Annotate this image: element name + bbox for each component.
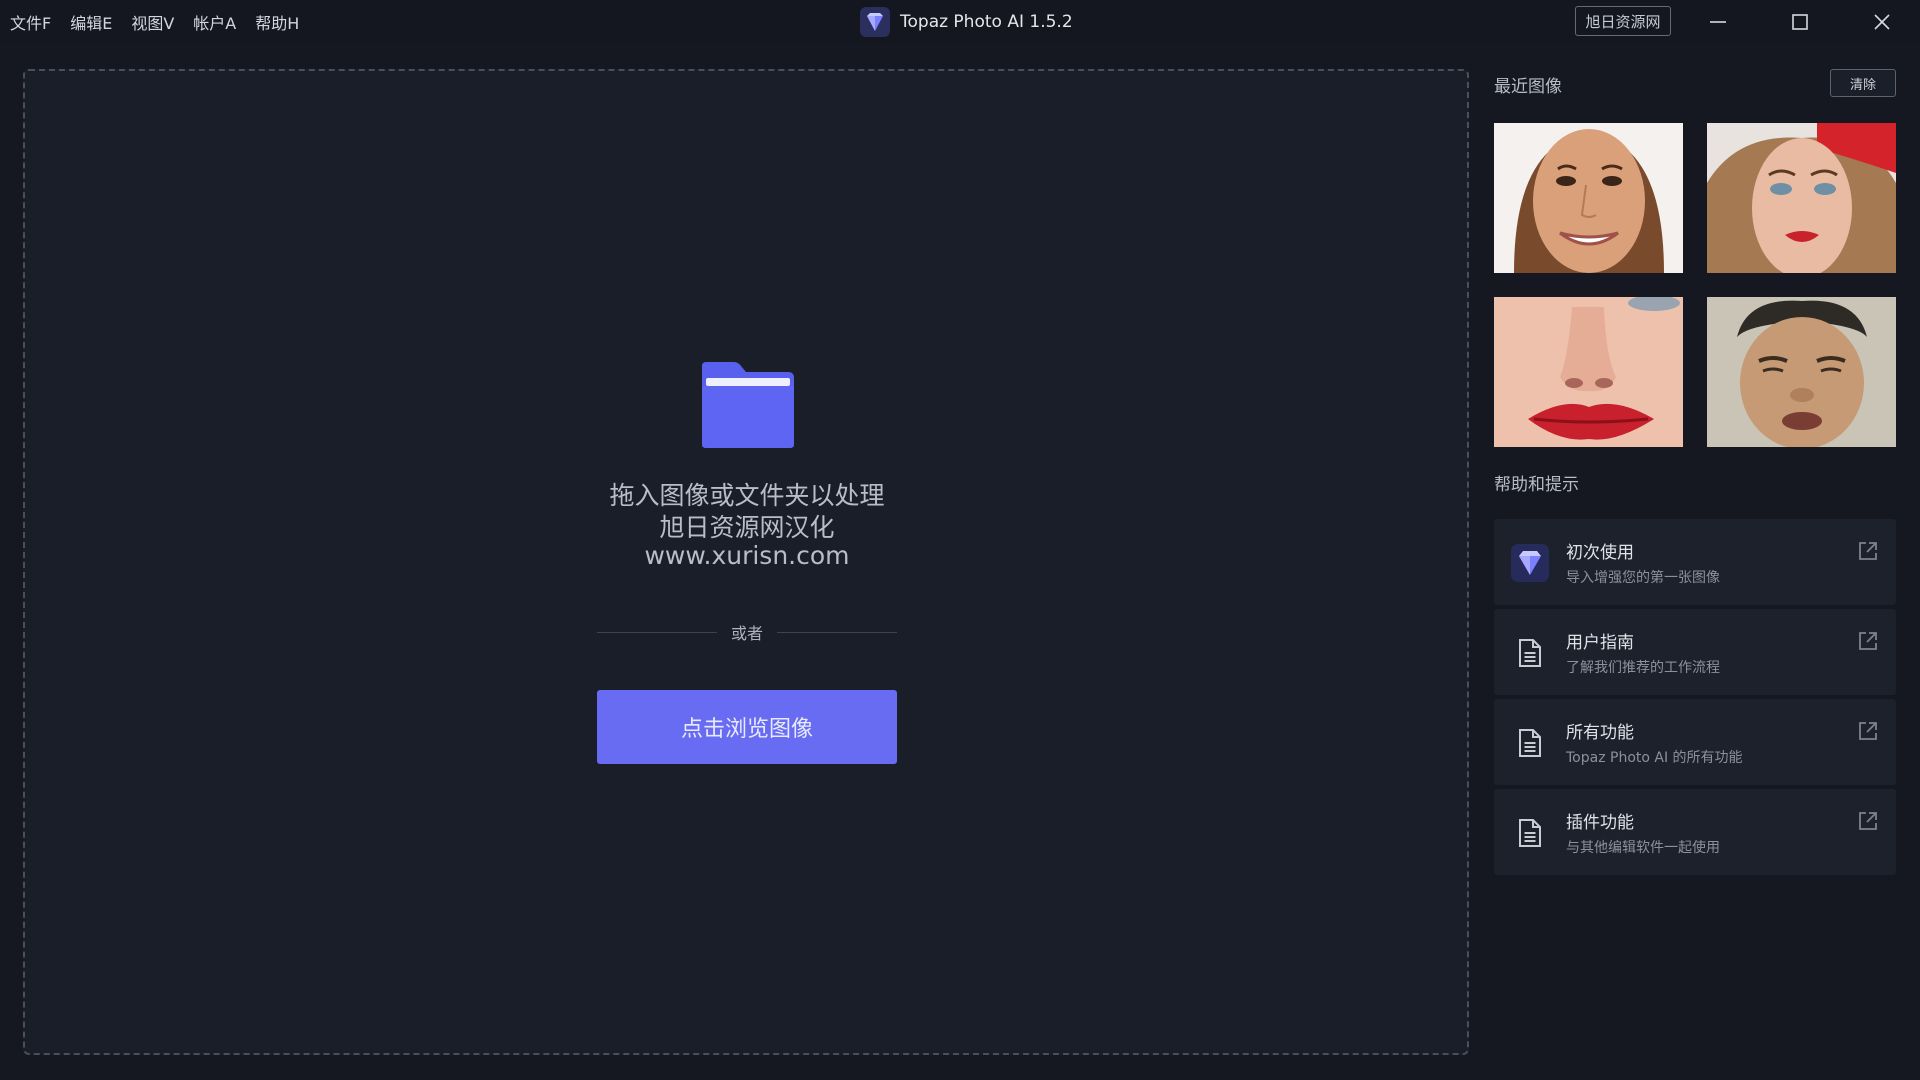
close-button[interactable] — [1852, 0, 1912, 44]
topaz-logo-icon — [860, 7, 890, 37]
help-card-user-guide[interactable]: 用户指南 了解我们推荐的工作流程 — [1494, 609, 1896, 695]
document-icon — [1510, 723, 1550, 763]
title-bar: 文件F 编辑E 视图V 帐户A 帮助H Topaz Photo AI 1.5.2… — [0, 0, 1920, 44]
minimize-button[interactable] — [1688, 0, 1748, 44]
external-link-icon — [1859, 632, 1877, 650]
help-card-subtitle: Topaz Photo AI 的所有功能 — [1566, 750, 1743, 766]
folder-icon — [702, 362, 794, 448]
menu-view[interactable]: 视图V — [131, 10, 174, 34]
menu-account[interactable]: 帐户A — [193, 10, 236, 34]
or-label: 或者 — [731, 624, 764, 643]
external-link-icon — [1859, 812, 1877, 830]
menu-edit[interactable]: 编辑E — [70, 10, 112, 34]
maximize-button[interactable] — [1770, 0, 1830, 44]
recent-image-thumbnail[interactable] — [1494, 297, 1683, 447]
help-card-title: 用户指南 — [1566, 633, 1634, 653]
help-card-subtitle: 与其他编辑软件一起使用 — [1566, 840, 1720, 856]
or-divider: 或者 — [597, 620, 898, 644]
document-icon — [1510, 813, 1550, 853]
help-card-subtitle: 导入增强您的第一张图像 — [1566, 570, 1720, 586]
minimize-icon — [1710, 21, 1726, 23]
browse-images-button[interactable]: 点击浏览图像 — [597, 690, 897, 764]
drop-hint-url: www.xurisn.com — [644, 541, 850, 570]
drop-hint-credit: 旭日资源网汉化 — [659, 513, 835, 542]
maximize-icon — [1792, 14, 1808, 30]
help-card-title: 所有功能 — [1566, 723, 1634, 743]
close-icon — [1874, 14, 1890, 30]
help-tips-title: 帮助和提示 — [1494, 475, 1579, 495]
menu-file[interactable]: 文件F — [10, 10, 51, 34]
help-card-subtitle: 了解我们推荐的工作流程 — [1566, 660, 1720, 676]
drop-hint: 拖入图像或文件夹以处理 — [609, 481, 885, 510]
recent-image-thumbnail[interactable] — [1494, 123, 1683, 273]
recent-image-thumbnail[interactable] — [1707, 297, 1896, 447]
help-card-all-features[interactable]: 所有功能 Topaz Photo AI 的所有功能 — [1494, 699, 1896, 785]
divider-line — [597, 631, 717, 633]
recent-image-thumbnail[interactable] — [1707, 123, 1896, 273]
menu-bar: 文件F 编辑E 视图V 帐户A 帮助H — [10, 0, 318, 44]
topaz-logo-icon — [1510, 543, 1550, 583]
help-card-title: 初次使用 — [1566, 543, 1634, 563]
app-name: Topaz Photo AI 1.5.2 — [900, 12, 1073, 32]
app-title: Topaz Photo AI 1.5.2 — [860, 0, 1073, 44]
document-icon — [1510, 633, 1550, 673]
external-link-icon — [1859, 722, 1877, 740]
help-card-getting-started[interactable]: 初次使用 导入增强您的第一张图像 — [1494, 519, 1896, 605]
help-card-plugins[interactable]: 插件功能 与其他编辑软件一起使用 — [1494, 789, 1896, 875]
menu-help[interactable]: 帮助H — [255, 10, 299, 34]
clear-recent-button[interactable]: 清除 — [1830, 69, 1896, 97]
brand-badge[interactable]: 旭日资源网 — [1575, 6, 1671, 36]
divider-line — [777, 631, 898, 633]
recent-images-title: 最近图像 — [1494, 77, 1562, 97]
external-link-icon — [1859, 542, 1877, 560]
help-card-title: 插件功能 — [1566, 813, 1634, 833]
